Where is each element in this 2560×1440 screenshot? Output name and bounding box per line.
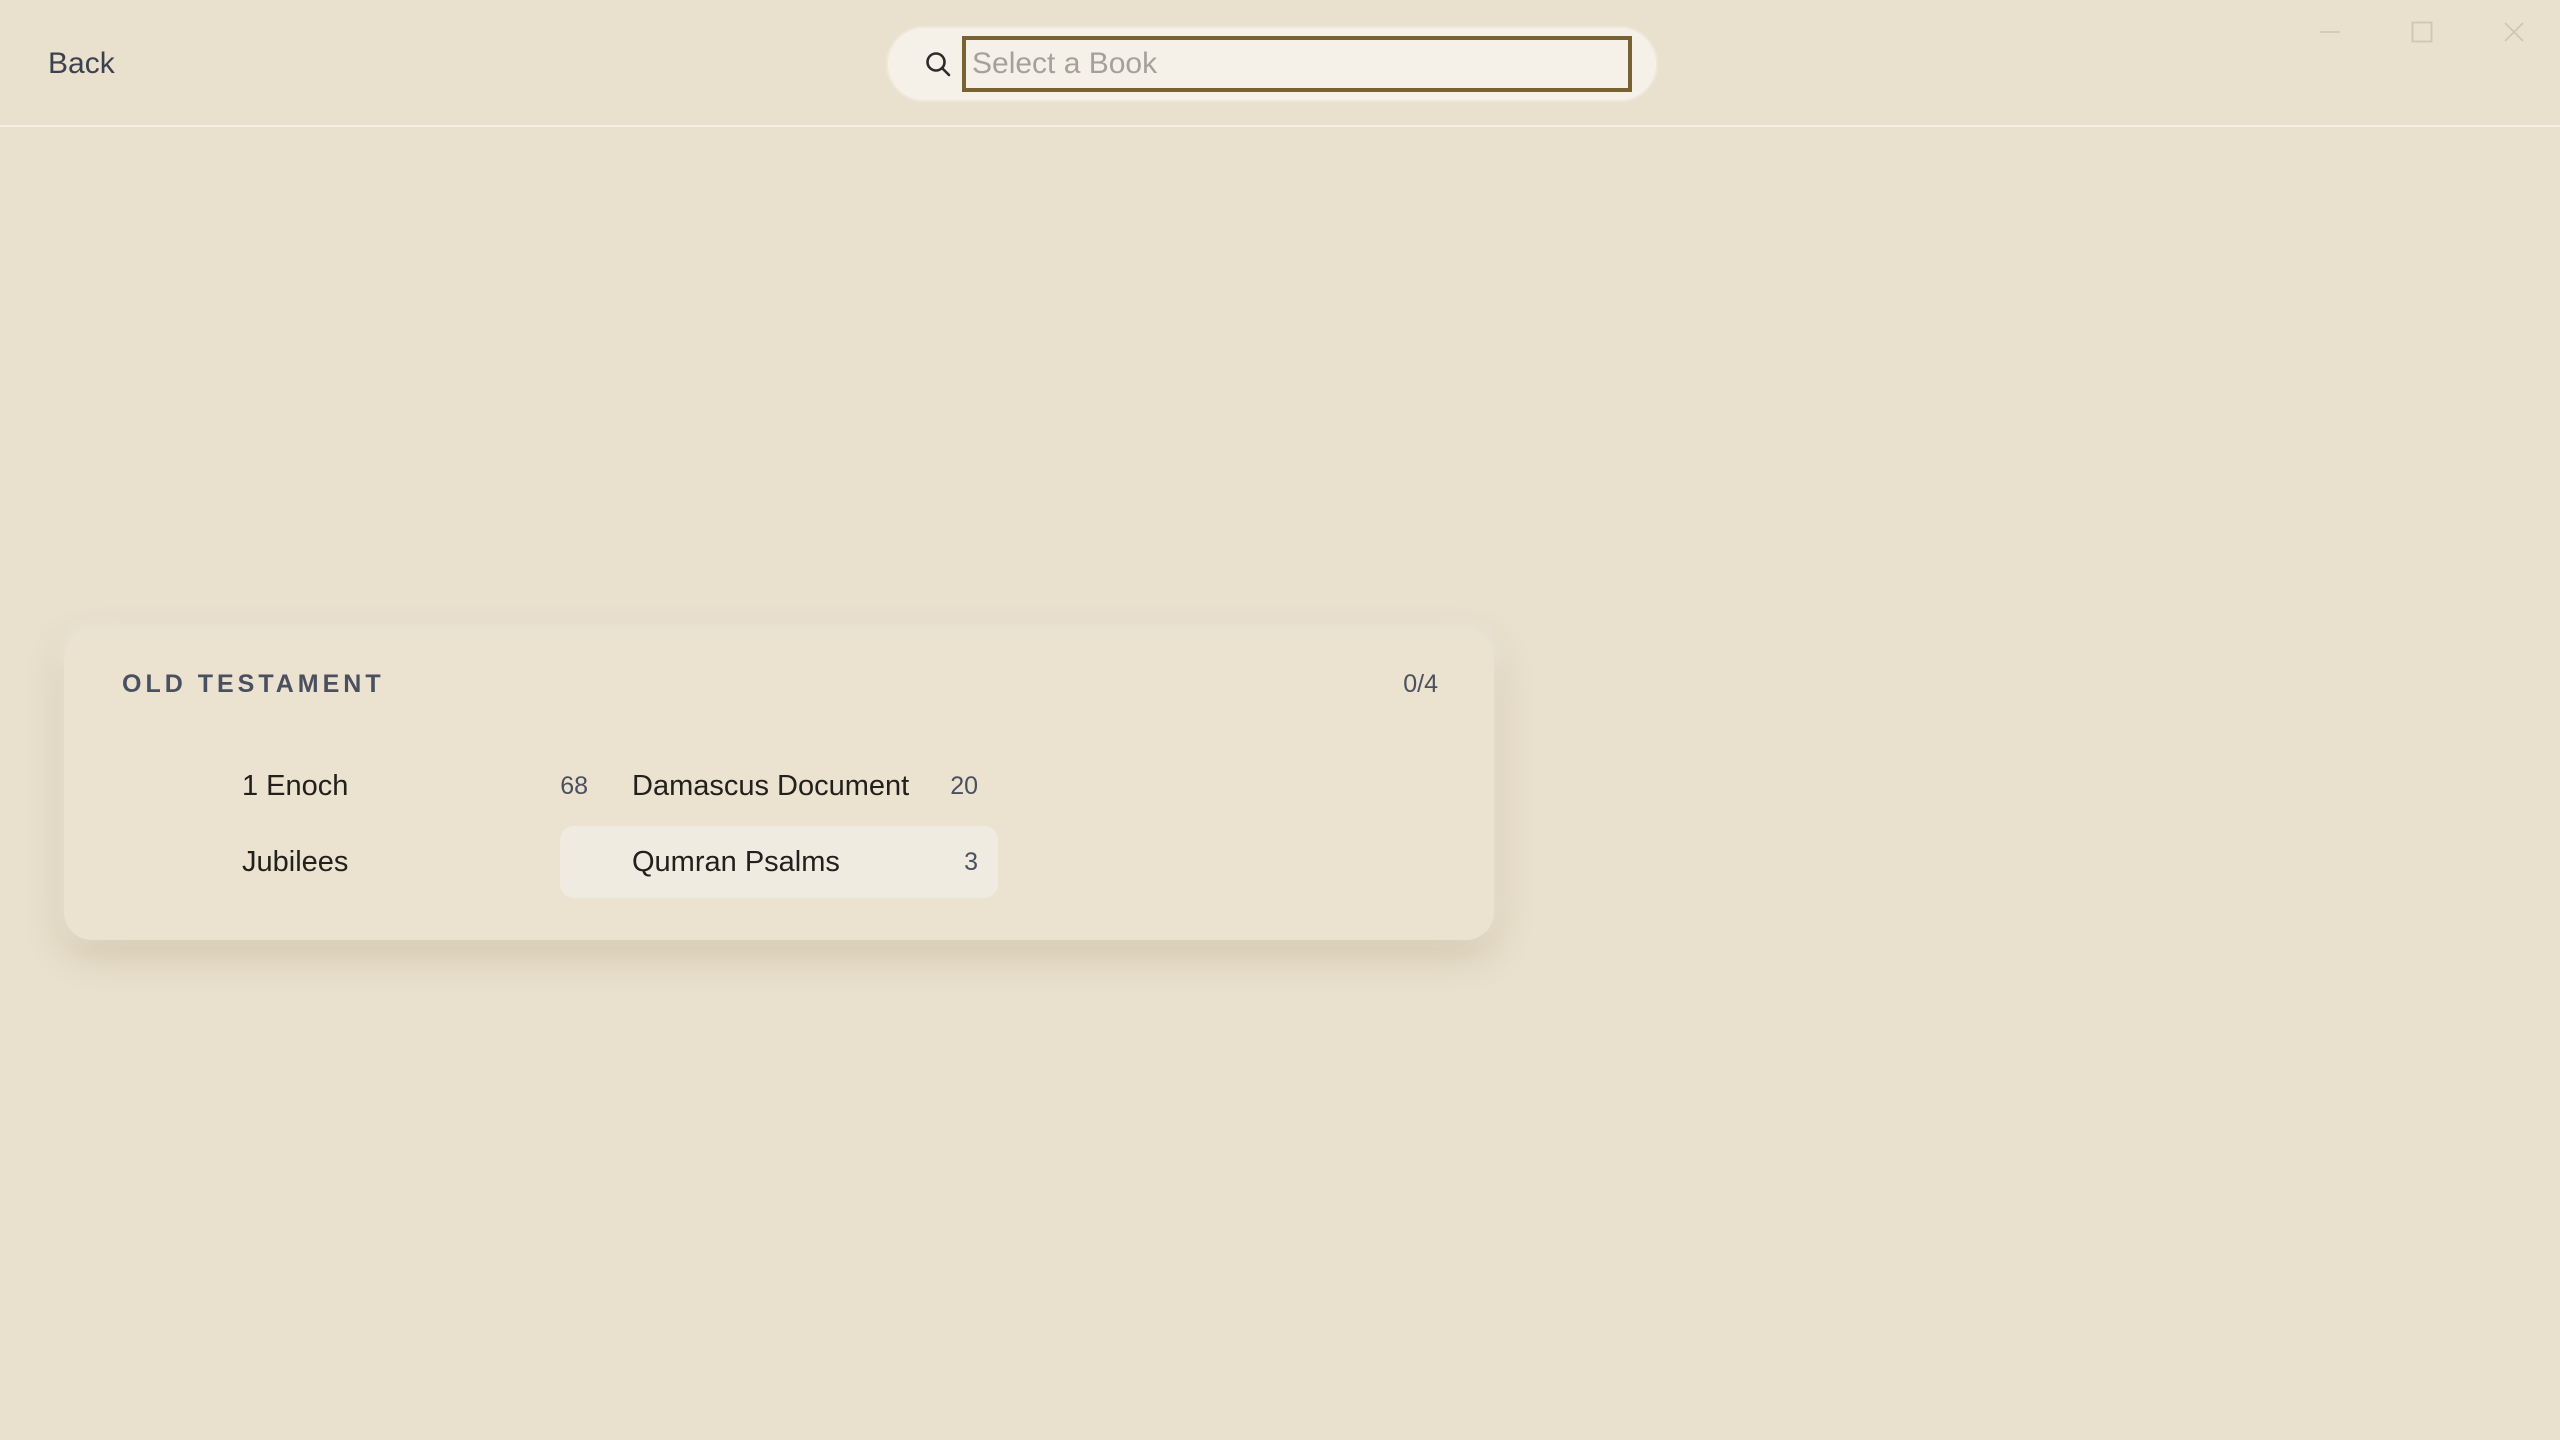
search-icon (926, 52, 951, 77)
book-item[interactable]: Jubilees 50 (170, 826, 608, 898)
window-controls (2284, 0, 2560, 64)
book-chapter-count: 3 (964, 847, 978, 876)
close-icon (2504, 22, 2524, 42)
book-section-card: OLD TESTAMENT 0/4 1 Enoch 68 Damascus Do… (64, 630, 1494, 940)
title-bar: Back (0, 0, 2560, 127)
minimize-button[interactable] (2284, 0, 2376, 64)
book-chapter-count: 20 (950, 771, 978, 800)
section-count: 0/4 (1403, 670, 1438, 698)
back-button[interactable]: Back (30, 34, 133, 94)
maximize-icon (2411, 21, 2433, 43)
book-name: Jubilees (242, 845, 349, 878)
search-input[interactable] (962, 36, 1632, 92)
maximize-button[interactable] (2376, 0, 2468, 64)
book-item[interactable]: 1 Enoch 68 (170, 750, 608, 822)
search-bar[interactable] (888, 28, 1656, 100)
book-item-selected[interactable]: Qumran Psalms 3 (560, 826, 998, 898)
close-button[interactable] (2468, 0, 2560, 64)
book-item[interactable]: Damascus Document 20 (560, 750, 998, 822)
section-title: OLD TESTAMENT (122, 670, 385, 698)
book-name: 1 Enoch (242, 769, 349, 802)
book-name: Qumran Psalms (632, 845, 840, 878)
book-name: Damascus Document (632, 769, 910, 802)
minimize-icon (2320, 31, 2340, 33)
